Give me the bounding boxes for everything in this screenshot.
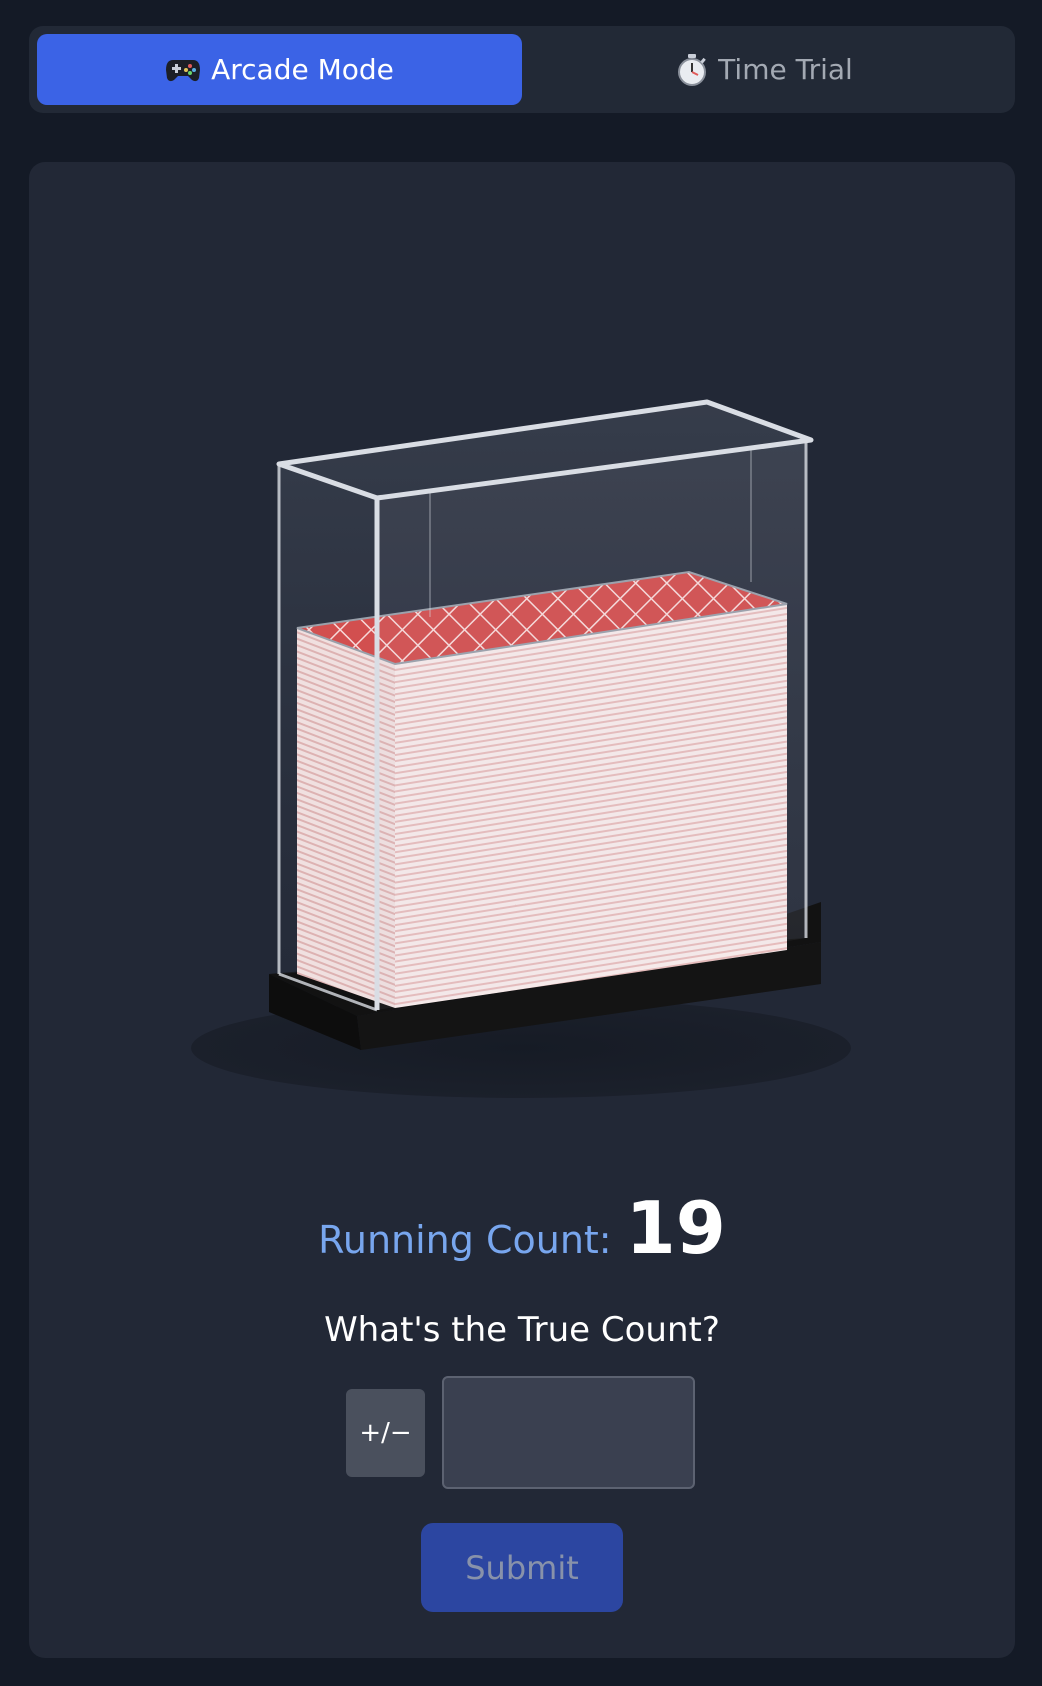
running-count-label: Running Count: [318,1218,612,1262]
running-count: Running Count: 19 [29,1192,1015,1264]
game-panel: Running Count: 19 What's the True Count?… [29,162,1015,1658]
tab-arcade-mode[interactable]: Arcade Mode [37,34,522,105]
submit-button[interactable]: Submit [421,1523,623,1612]
gamepad-icon [165,56,201,84]
shoe-front-glass [377,440,806,1010]
tab-time-trial-label: Time Trial [718,53,853,86]
tab-time-trial[interactable]: Time Trial [522,34,1007,105]
mode-selector: Arcade Mode Time Trial [29,26,1015,113]
card-shoe-illustration [191,399,851,1098]
stopwatch-icon [676,53,708,87]
true-count-prompt: What's the True Count? [324,1310,720,1350]
tab-arcade-mode-label: Arcade Mode [211,53,394,86]
sign-toggle-button[interactable]: +/− [346,1389,425,1477]
running-count-value: 19 [625,1186,726,1270]
true-count-input[interactable] [442,1376,695,1489]
